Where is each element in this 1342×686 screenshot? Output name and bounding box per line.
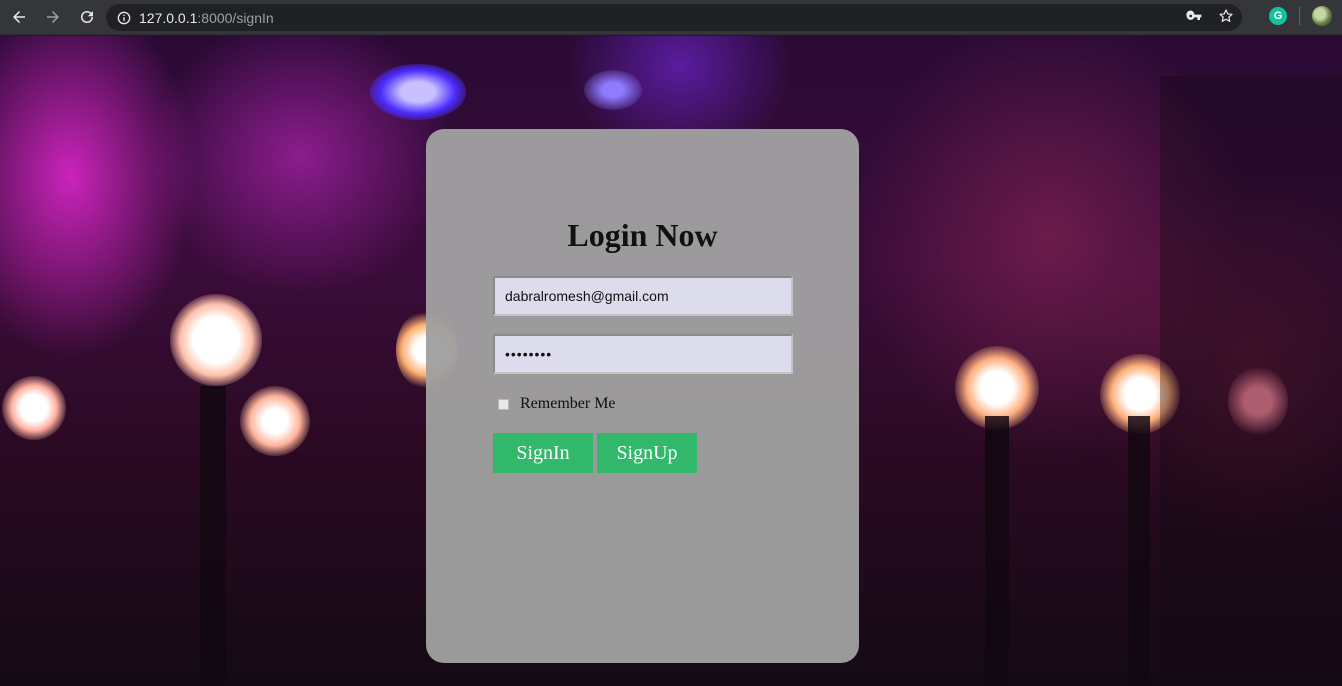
password-field[interactable] [493, 334, 793, 374]
url-text: 127.0.0.1:8000/signIn [139, 10, 274, 26]
key-icon[interactable] [1186, 8, 1202, 29]
login-card: Login Now Remember Me SignIn SignUp [426, 129, 859, 663]
email-field[interactable] [493, 276, 793, 316]
star-icon[interactable] [1218, 8, 1234, 29]
url-host: 127.0.0.1 [139, 9, 198, 26]
remember-me-row: Remember Me [498, 395, 616, 413]
back-arrow-icon[interactable] [8, 6, 30, 28]
signup-button[interactable]: SignUp [597, 433, 697, 473]
page-title: Login Now [567, 217, 718, 253]
grammarly-icon[interactable]: G [1269, 7, 1287, 25]
bokeh-light [370, 64, 466, 120]
remember-me-label: Remember Me [520, 395, 616, 412]
bokeh-light [240, 386, 310, 456]
remember-me-checkbox[interactable] [498, 398, 509, 410]
bokeh-light [170, 294, 262, 386]
browser-toolbar: 127.0.0.1:8000/signIn G [0, 0, 1342, 35]
background-post [1160, 76, 1342, 686]
signin-button[interactable]: SignIn [493, 433, 593, 473]
reload-icon[interactable] [76, 6, 98, 28]
bokeh-light [2, 376, 66, 440]
url-path: :8000/signIn [197, 9, 274, 26]
info-icon[interactable] [117, 11, 131, 25]
profile-avatar[interactable] [1312, 6, 1332, 26]
background-post [985, 416, 1009, 686]
background-post [1128, 416, 1150, 686]
address-bar[interactable]: 127.0.0.1:8000/signIn [106, 4, 1242, 31]
toolbar-divider [1299, 7, 1300, 25]
bokeh-light [584, 70, 642, 110]
background-post [200, 386, 226, 686]
forward-arrow-icon[interactable] [42, 6, 64, 28]
